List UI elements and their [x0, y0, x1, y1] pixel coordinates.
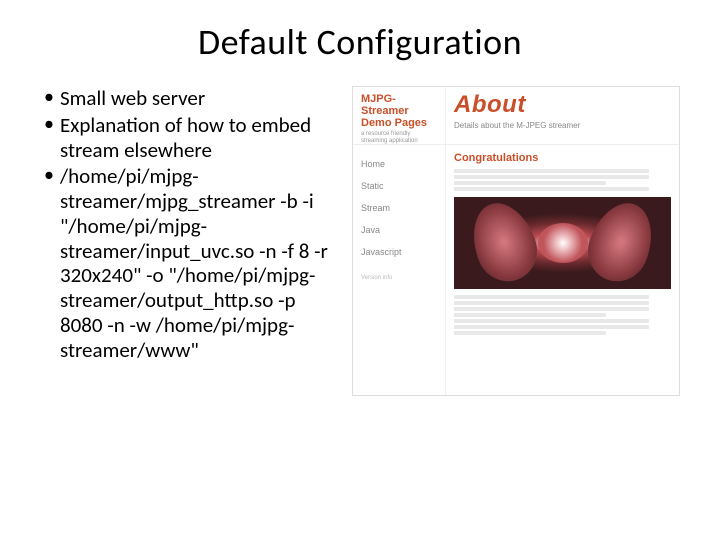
about-subtitle: Details about the M-JPEG streamer: [454, 121, 671, 130]
embedded-screenshot: MJPG-Streamer Demo Pages a resource frie…: [352, 86, 680, 396]
nav-item: Static: [361, 175, 437, 197]
screenshot-nav: Home Static Stream Java Javascript Versi…: [353, 145, 445, 395]
bullet-item: Small web server: [40, 86, 340, 111]
blurred-text-line: [454, 325, 649, 329]
screenshot-about-header: About Details about the M-JPEG streamer: [445, 87, 679, 144]
bullet-item: Explanation of how to embed stream elsew…: [40, 113, 340, 163]
nav-item: Stream: [361, 197, 437, 219]
nav-item: Javascript: [361, 241, 437, 263]
nav-item: Java: [361, 219, 437, 241]
blurred-text-line: [454, 307, 649, 311]
bullet-list: Small web server Explanation of how to e…: [40, 86, 340, 396]
screenshot-header: MJPG-Streamer Demo Pages a resource frie…: [353, 87, 679, 145]
blurred-text-line: [454, 319, 649, 323]
blurred-text-line: [454, 313, 606, 317]
bullet-item: /home/pi/mjpg-streamer/mjpg_streamer -b …: [40, 164, 340, 362]
nav-item: Home: [361, 153, 437, 175]
content-row: Small web server Explanation of how to e…: [40, 86, 680, 396]
screenshot-main: Congratulations: [445, 145, 679, 395]
logo-subtitle: a resource friendly streaming applicatio…: [361, 131, 437, 144]
blurred-text-line: [454, 301, 649, 305]
congrats-heading: Congratulations: [454, 151, 671, 165]
screenshot-body: Home Static Stream Java Javascript Versi…: [353, 145, 679, 395]
blurred-text-line: [454, 181, 606, 185]
logo-line2: Demo Pages: [361, 117, 437, 129]
blurred-text-line: [454, 175, 649, 179]
version-label: Version info: [361, 269, 437, 287]
blurred-text-line: [454, 331, 606, 335]
logo-line1: MJPG-Streamer: [361, 93, 437, 117]
blurred-text-line: [454, 169, 649, 173]
flower-image: [454, 197, 671, 289]
screenshot-logo: MJPG-Streamer Demo Pages a resource frie…: [353, 87, 445, 144]
blurred-text-line: [454, 295, 649, 299]
about-title: About: [454, 91, 671, 119]
slide-title: Default Configuration: [40, 20, 680, 64]
blurred-text-line: [454, 187, 649, 191]
